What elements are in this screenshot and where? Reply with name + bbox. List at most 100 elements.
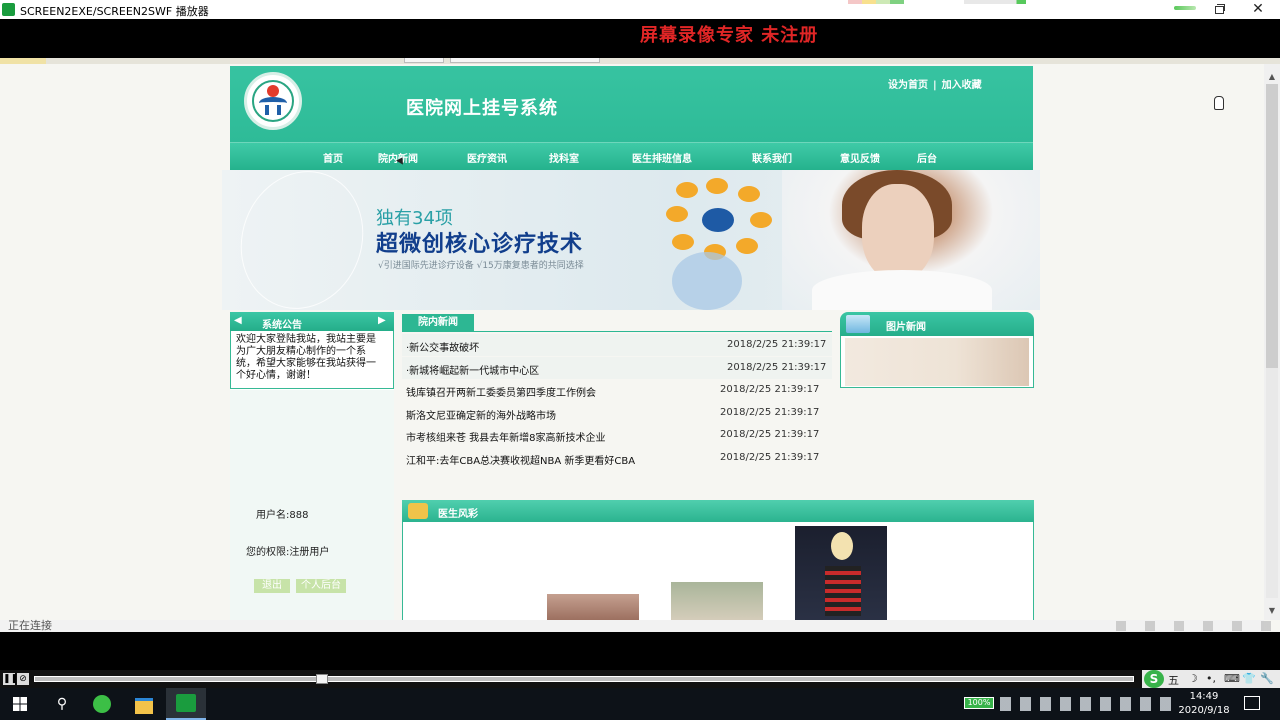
scroll-up-icon[interactable]: ▲ (1264, 70, 1280, 84)
battery-icon[interactable]: 100% (964, 697, 994, 709)
banner-headline-2: 超微创核心诊疗技术 (376, 232, 584, 257)
player-titlebar: SCREEN2EXE/SCREEN2SWF 播放器 ✕ (0, 0, 1280, 19)
titlebar-decoration (848, 0, 904, 4)
browser-statusbar: 正在连接 (0, 619, 1272, 632)
scroll-track[interactable] (1266, 368, 1278, 598)
banner-hand (672, 252, 742, 310)
news-date: 2018/2/25 21:39:17 (720, 407, 820, 418)
news-row[interactable]: 钱库镇召开两新工委委员第四季度工作例会 2018/2/25 21:39:17 (402, 379, 832, 401)
picture-news-icon (846, 315, 870, 333)
news-title[interactable]: ·新公交事故破坏 (406, 339, 479, 354)
player-controls: ❚❚ ⊘ S 五 ☽ •, ⌨ 👕 🔧 (0, 670, 1280, 688)
stop-button[interactable]: ⊘ (17, 673, 29, 685)
seek-bar[interactable] (34, 676, 1134, 682)
banner-swirl (222, 170, 383, 310)
search-icon[interactable]: ⚲ (50, 692, 74, 716)
windows-taskbar: ⚲ 100% 14:49 2020/9/18 (0, 688, 1280, 720)
news-panel: 院内新闻 ·新公交事故破坏 2018/2/25 21:39:17 ·新城将崛起新… (402, 312, 832, 478)
player-icon[interactable] (166, 688, 206, 720)
site-title: 医院网上挂号系统 (406, 98, 558, 119)
doctor-gallery: 医生风彩 (402, 500, 1034, 632)
news-date: 2018/2/25 21:39:17 (720, 452, 820, 463)
hero-banner: 独有34项 超微创核心诊疗技术 √引进国际先进诊疗设备 √15万康复患者的共同选… (222, 170, 1040, 310)
arrow-right-icon: ▶ (378, 315, 386, 326)
picture-news-title: 图片新闻 (886, 322, 926, 333)
ime-keyboard-icon[interactable]: ⌨ (1224, 672, 1240, 685)
minimize-button[interactable] (1172, 4, 1202, 14)
scroll-thumb[interactable] (1266, 84, 1278, 368)
site-header: 医院网上挂号系统 设为首页 | 加入收藏 首页 院内新闻 医疗资讯 找科室 医生排班… (230, 66, 1033, 170)
picture-news-photo[interactable] (845, 338, 1029, 386)
sogou-ime-icon[interactable]: S (1144, 670, 1164, 688)
hospital-site: 医院网上挂号系统 设为首页 | 加入收藏 首页 院内新闻 医疗资讯 找科室 医生排班… (222, 66, 1040, 632)
ime-toolbar: S 五 ☽ •, ⌨ 👕 🔧 (1142, 670, 1280, 688)
picture-news-body (840, 336, 1034, 388)
notice-title: 系统公告 (262, 320, 302, 331)
ime-settings-icon[interactable]: 🔧 (1260, 672, 1274, 685)
notice-header: ◀ 系统公告 ▶ (230, 312, 394, 331)
hand-cursor-icon (1214, 96, 1224, 110)
close-icon[interactable]: ✕ (1248, 1, 1268, 17)
browser-tab-stub[interactable] (404, 58, 444, 63)
add-favorite-link[interactable]: 加入收藏 (942, 80, 982, 91)
gallery-title: 医生风彩 (438, 509, 478, 520)
pause-button[interactable]: ❚❚ (3, 673, 18, 685)
nav-admin[interactable]: 后台 (917, 150, 937, 165)
news-title[interactable]: 斯洛文尼亚确定新的海外战略市场 (406, 407, 556, 422)
nav-find-department[interactable]: 找科室 (549, 150, 579, 165)
gallery-icon (408, 503, 428, 519)
username-label: 用户名:888 (256, 510, 309, 521)
browser-viewport: 医院网上挂号系统 设为首页 | 加入收藏 首页 院内新闻 医疗资讯 找科室 医生排班… (0, 58, 1280, 632)
taskbar-clock[interactable]: 14:49 2020/9/18 (1176, 690, 1232, 718)
news-title[interactable]: 江和平:去年CBA总决赛收视超NBA 新季更看好CBA (406, 452, 635, 467)
gallery-header: 医生风彩 (402, 500, 1034, 522)
banner-doctor-photo (782, 170, 1040, 310)
left-sidebar: ◀ 系统公告 ▶ 欢迎大家登陆我站，我站主要是为广大朋友精心制作的一个系统，希望… (230, 312, 394, 632)
ime-punct-icon[interactable]: •, (1206, 672, 1216, 685)
scroll-down-icon[interactable]: ▼ (1264, 604, 1280, 618)
ime-moon-icon[interactable]: ☽ (1188, 672, 1198, 685)
arrow-left-icon: ◀ (234, 315, 242, 326)
nav-medical-info[interactable]: 医疗资讯 (467, 150, 507, 165)
page-scrollbar[interactable]: ▲ ▼ (1264, 64, 1280, 620)
user-panel-button[interactable]: 个人后台 (296, 579, 346, 593)
top-links: 设为首页 | 加入收藏 (888, 76, 982, 91)
ime-skin-icon[interactable]: 👕 (1242, 672, 1256, 685)
browser-tab-stub-2[interactable] (450, 58, 600, 63)
nav-home[interactable]: 首页 (323, 150, 343, 165)
tray-icons[interactable] (1000, 697, 1172, 711)
news-date: 2018/2/25 21:39:17 (727, 362, 827, 373)
restore-icon[interactable] (1212, 3, 1226, 15)
folder-icon[interactable] (132, 692, 156, 716)
status-text: 正在连接 (8, 619, 52, 632)
news-title[interactable]: ·新城将崛起新一代城市中心区 (406, 362, 539, 377)
set-homepage-link[interactable]: 设为首页 (888, 80, 928, 91)
nav-doctor-schedule[interactable]: 医生排班信息 (632, 150, 692, 165)
notification-icon[interactable] (1244, 696, 1260, 710)
banner-core-label (702, 208, 734, 232)
news-title[interactable]: 市考核组来苍 我县去年新增8家高新技术企业 (406, 429, 606, 444)
news-row[interactable]: 市考核组来苍 我县去年新增8家高新技术企业 2018/2/25 21:39:17 (402, 424, 832, 446)
nav-feedback[interactable]: 意见反馈 (840, 150, 880, 165)
nav-contact-us[interactable]: 联系我们 (752, 150, 792, 165)
link-separator: | (933, 80, 937, 91)
seek-knob[interactable] (316, 674, 328, 684)
news-title[interactable]: 钱库镇召开两新工委委员第四季度工作例会 (406, 384, 596, 399)
doctor-photo[interactable] (795, 526, 887, 632)
hospital-logo-icon[interactable] (244, 72, 302, 130)
windows-start-icon[interactable] (8, 692, 32, 716)
browser-icon[interactable] (90, 692, 114, 716)
logout-button[interactable]: 退出 (254, 579, 290, 593)
browser-toolbar-strip (0, 58, 1280, 64)
clock-date: 2020/9/18 (1178, 705, 1230, 716)
news-row[interactable]: 江和平:去年CBA总决赛收视超NBA 新季更看好CBA 2018/2/25 21… (402, 447, 832, 469)
news-row[interactable]: 斯洛文尼亚确定新的海外战略市场 2018/2/25 21:39:17 (402, 402, 832, 424)
clock-time: 14:49 (1189, 691, 1219, 702)
ime-wubi[interactable]: 五 (1168, 672, 1179, 688)
player-topbar: 屏幕录像专家 未注册 (0, 19, 1280, 58)
news-row[interactable]: ·新公交事故破坏 2018/2/25 21:39:17 (402, 334, 832, 356)
notice-text: 欢迎大家登陆我站，我站主要是为广大朋友精心制作的一个系统，希望大家能够在我站获得… (236, 334, 376, 381)
news-row[interactable]: ·新城将崛起新一代城市中心区 2018/2/25 21:39:17 (402, 357, 832, 379)
tab-hospital-news[interactable]: 院内新闻 (402, 314, 474, 331)
news-date: 2018/2/25 21:39:17 (727, 339, 827, 350)
